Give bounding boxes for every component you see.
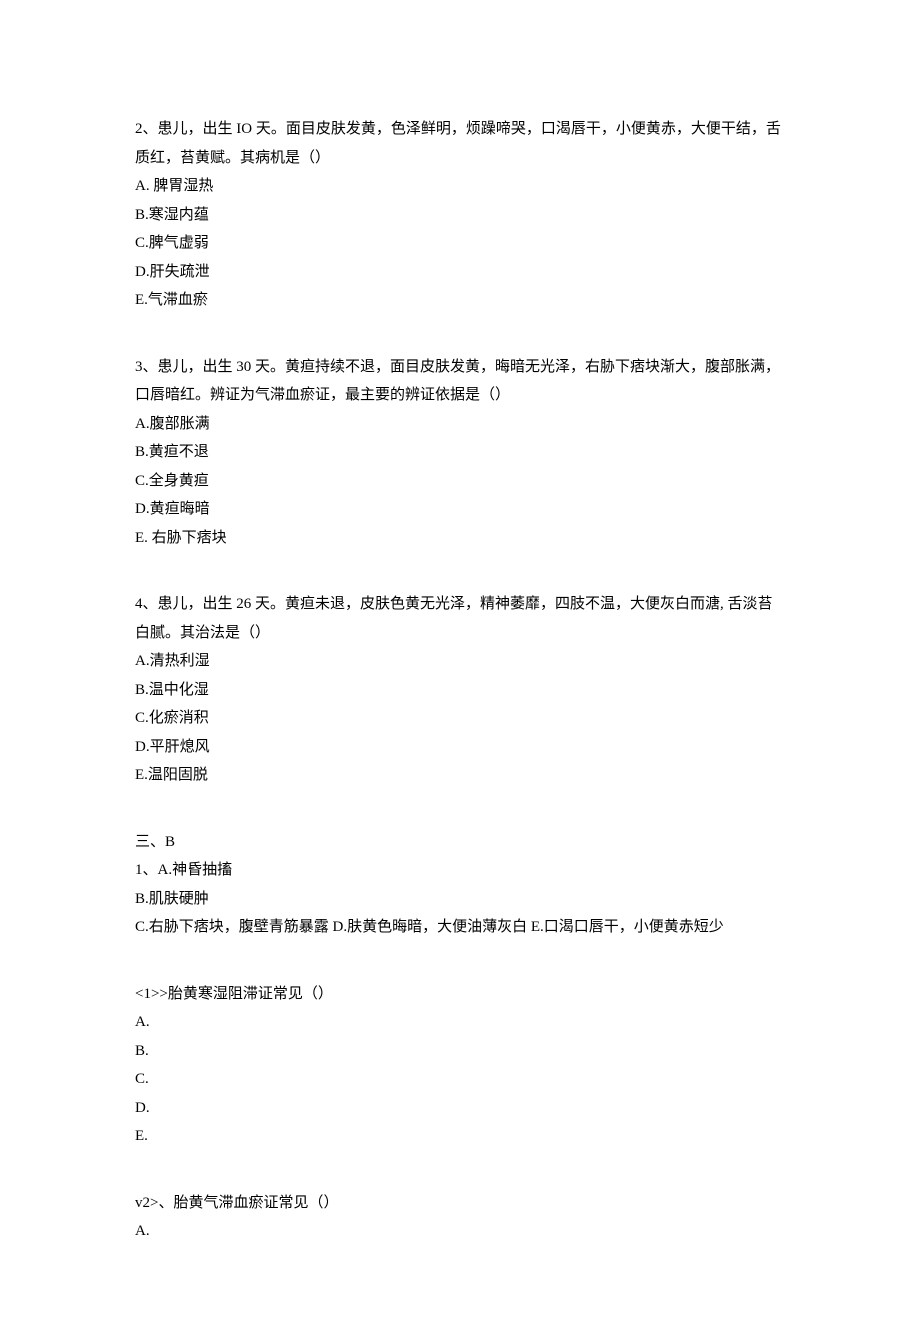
option-b: B.黄疸不退 <box>135 438 785 467</box>
option-d: D.平肝熄风 <box>135 733 785 762</box>
question-stem: 4、患儿，出生 26 天。黄疸未退，皮肤色黄无光泽，精神萎靡，四肢不温，大便灰白… <box>135 590 785 647</box>
option-a: A.清热利湿 <box>135 647 785 676</box>
option-e: E. <box>135 1122 785 1151</box>
subquestion-1: <1>>胎黄寒湿阻滞证常见（） A. B. C. D. E. <box>135 980 785 1151</box>
option-b: B.寒湿内蕴 <box>135 201 785 230</box>
subquestion-stem: <1>>胎黄寒湿阻滞证常见（） <box>135 980 785 1009</box>
option-a: A.腹部胀满 <box>135 410 785 439</box>
subquestion-stem: v2>、胎黄气滞血瘀证常见（） <box>135 1189 785 1218</box>
option-a: A. <box>135 1217 785 1246</box>
option-d: D. <box>135 1094 785 1123</box>
option-a: A. <box>135 1008 785 1037</box>
option-b: B.温中化湿 <box>135 676 785 705</box>
question-stem: 2、患儿，出生 IO 天。面目皮肤发黄，色泽鲜明，烦躁啼哭，口渴唇干，小便黄赤，… <box>135 115 785 172</box>
option-c: C.脾气虚弱 <box>135 229 785 258</box>
shared-option-line-1: 1、A.神昏抽搐 <box>135 856 785 885</box>
question-3: 3、患儿，出生 30 天。黄疸持续不退，面目皮肤发黄，晦暗无光泽，右胁下痞块渐大… <box>135 353 785 553</box>
section-b: 三、B 1、A.神昏抽搐 B.肌肤硬肿 C.右胁下痞块，腹壁青筋暴露 D.肤黄色… <box>135 828 785 942</box>
option-e: E. 右胁下痞块 <box>135 524 785 553</box>
option-d: D.黄疸晦暗 <box>135 495 785 524</box>
question-stem: 3、患儿，出生 30 天。黄疸持续不退，面目皮肤发黄，晦暗无光泽，右胁下痞块渐大… <box>135 353 785 410</box>
shared-option-line-3: C.右胁下痞块，腹壁青筋暴露 D.肤黄色晦暗，大便油薄灰白 E.口渴口唇干，小便… <box>135 913 785 942</box>
option-c: C.化瘀消积 <box>135 704 785 733</box>
option-e: E.气滞血瘀 <box>135 286 785 315</box>
option-a: A. 脾胃湿热 <box>135 172 785 201</box>
question-2: 2、患儿，出生 IO 天。面目皮肤发黄，色泽鲜明，烦躁啼哭，口渴唇干，小便黄赤，… <box>135 115 785 315</box>
subquestion-2: v2>、胎黄气滞血瘀证常见（） A. <box>135 1189 785 1246</box>
option-c: C.全身黄疸 <box>135 467 785 496</box>
question-4: 4、患儿，出生 26 天。黄疸未退，皮肤色黄无光泽，精神萎靡，四肢不温，大便灰白… <box>135 590 785 790</box>
option-b: B. <box>135 1037 785 1066</box>
option-d: D.肝失疏泄 <box>135 258 785 287</box>
option-c: C. <box>135 1065 785 1094</box>
section-b-header: 三、B <box>135 828 785 857</box>
option-e: E.温阳固脱 <box>135 761 785 790</box>
shared-option-line-2: B.肌肤硬肿 <box>135 885 785 914</box>
